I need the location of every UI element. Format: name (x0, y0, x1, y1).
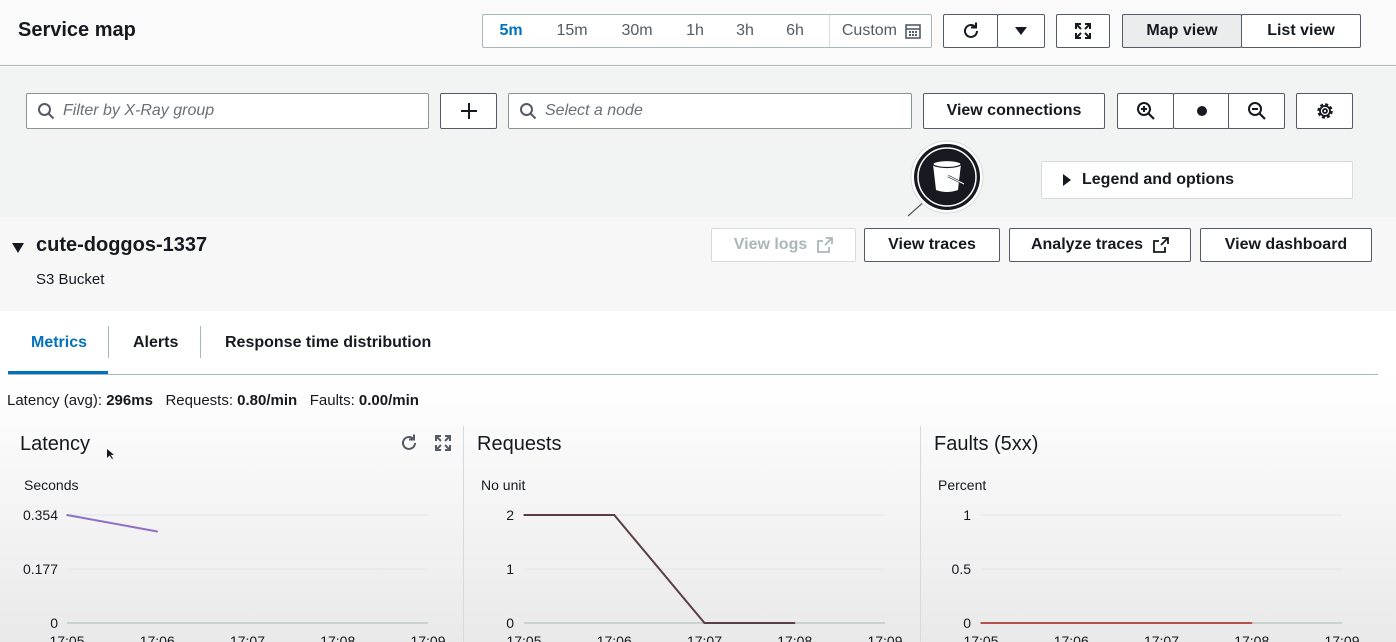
latency-x-tick-label: 17:05 (49, 633, 84, 642)
requests-data-point (793, 622, 796, 624)
requests-data-point (523, 514, 525, 516)
faults-data-point (980, 622, 982, 624)
faults-x-tick-label: 17:09 (1324, 633, 1359, 642)
faults-y-tick-label: 1 (963, 507, 971, 523)
faults-x-tick-label: 17:05 (963, 633, 998, 642)
requests-x-tick-label: 17:06 (597, 633, 632, 642)
latency-y-tick-label: 0.177 (23, 561, 58, 577)
faults-data-point (1070, 622, 1073, 624)
latency-y-tick-label: 0.354 (23, 507, 58, 523)
latency-data-point (66, 514, 68, 516)
faults-data-point (1250, 622, 1253, 624)
requests-y-tick-label: 2 (506, 507, 514, 523)
requests-y-tick-label: 0 (506, 615, 514, 631)
requests-x-tick-label: 17:07 (687, 633, 722, 642)
latency-x-tick-label: 17:08 (320, 633, 355, 642)
faults-x-tick-label: 17:08 (1234, 633, 1269, 642)
requests-x-tick-label: 17:05 (506, 633, 541, 642)
latency-x-tick-label: 17:06 (140, 633, 175, 642)
faults-x-tick-label: 17:07 (1144, 633, 1179, 642)
requests-x-tick-label: 17:08 (777, 633, 812, 642)
latency-data-point (156, 530, 159, 533)
requests-x-tick-label: 17:09 (867, 633, 902, 642)
latency-series-line (66, 514, 158, 533)
faults-data-point (1160, 622, 1163, 624)
latency-x-tick-label: 17:09 (410, 633, 445, 642)
requests-y-tick-label: 1 (506, 561, 514, 577)
requests-data-point (703, 622, 706, 624)
metrics-charts: 0.354 0.177 0 17:05 17:06 17:07 17:08 17:09 2 1 0 1… (23, 507, 1360, 642)
latency-y-tick-label: 0 (50, 615, 58, 631)
faults-y-tick-label: 0 (963, 615, 971, 631)
faults-x-tick-label: 17:06 (1054, 633, 1089, 642)
requests-data-point (613, 514, 616, 516)
faults-y-tick-label: 0.5 (952, 561, 972, 577)
latency-x-tick-label: 17:07 (230, 633, 265, 642)
